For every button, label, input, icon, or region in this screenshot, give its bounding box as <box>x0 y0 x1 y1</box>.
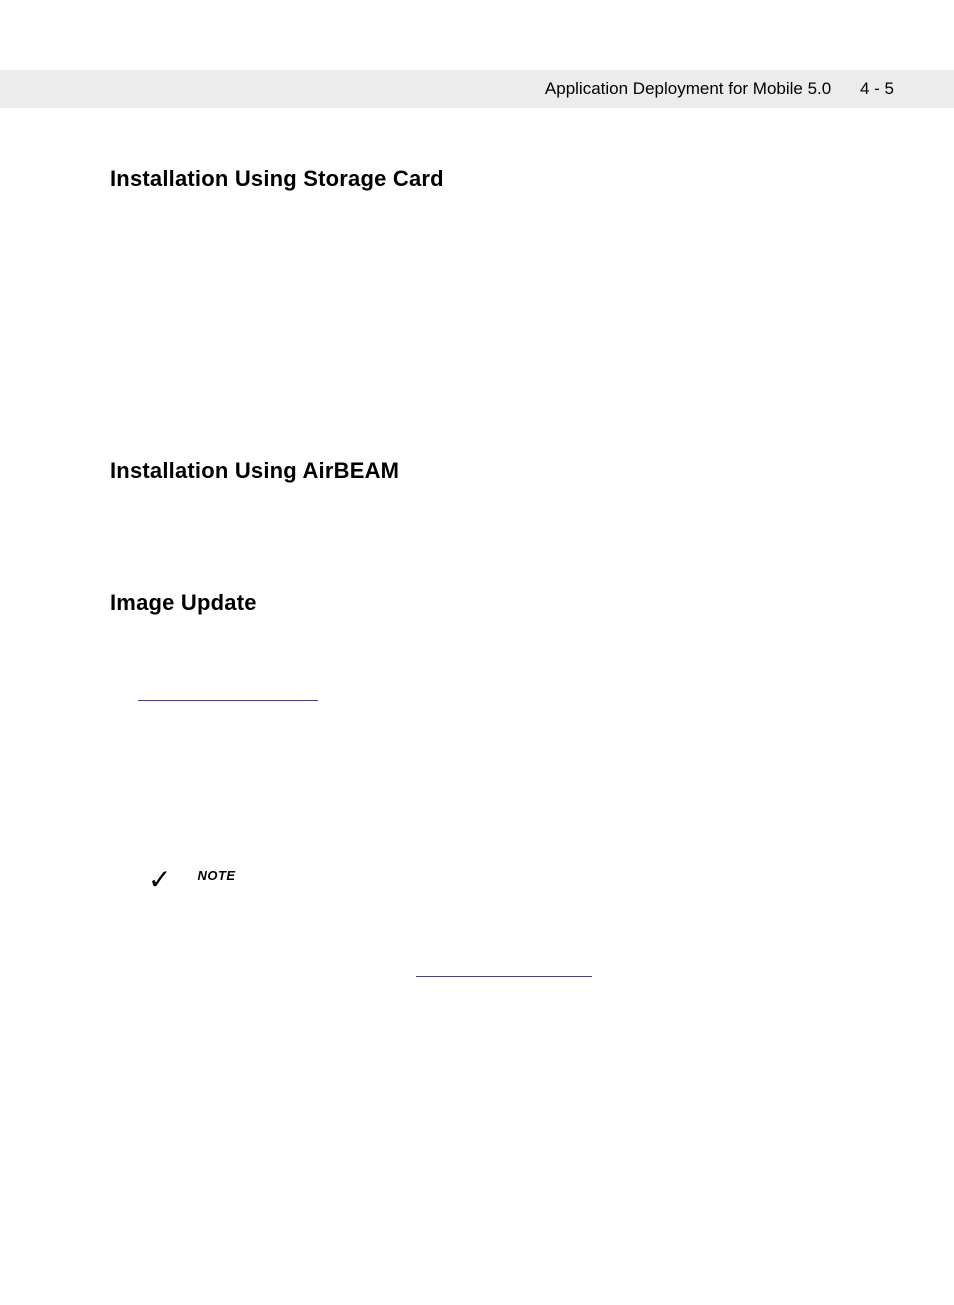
heading-installation-storage-card: Installation Using Storage Card <box>110 166 844 192</box>
page-header-bar: Application Deployment for Mobile 5.0 4 … <box>0 70 954 108</box>
page: Application Deployment for Mobile 5.0 4 … <box>0 70 954 1305</box>
note-block: ✓ NOTE <box>148 866 844 894</box>
hyperlink-underline[interactable] <box>416 976 592 977</box>
checkmark-icon: ✓ <box>148 866 171 894</box>
page-content: Installation Using Storage Card Installa… <box>0 166 954 982</box>
hyperlink-underline[interactable] <box>138 700 318 701</box>
heading-image-update: Image Update <box>110 590 844 616</box>
note-label: NOTE <box>197 868 235 883</box>
link-underline-upper-row <box>138 688 844 706</box>
link-underline-lower-row <box>416 964 844 982</box>
heading-installation-airbeam: Installation Using AirBEAM <box>110 458 844 484</box>
page-header-title: Application Deployment for Mobile 5.0 <box>545 79 831 99</box>
page-header-number: 4 - 5 <box>860 79 894 99</box>
spacer <box>110 210 844 400</box>
spacer <box>110 502 844 532</box>
